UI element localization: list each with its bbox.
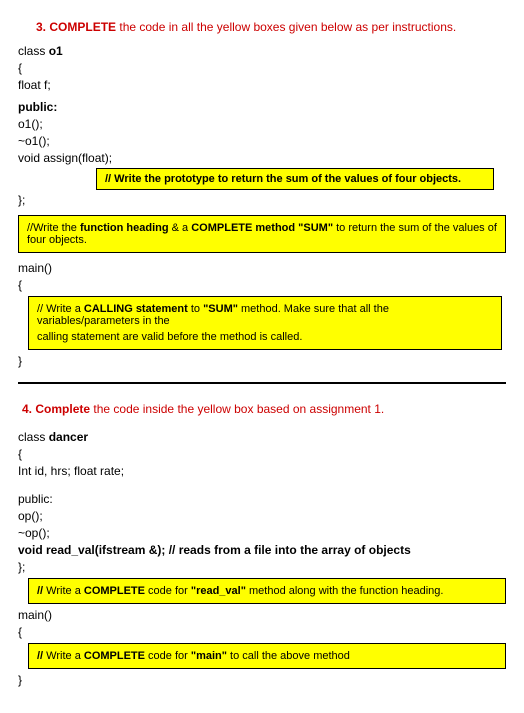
c1c: to [188,303,203,315]
q4-number: 4. [22,402,32,416]
dtor: ~op(); [18,526,506,540]
brace-close: }; [18,560,506,574]
q4-verb: Complete [35,402,90,416]
brace-open: { [18,447,506,461]
sum-pre: //Write the [27,222,80,234]
class-keyword: class [18,430,49,444]
rvd: code for [145,585,191,597]
divider [18,382,506,384]
ma: // [37,650,46,662]
c1a: // Write a [37,303,84,315]
class-line: class dancer [18,430,506,444]
q4-code: class dancer { Int id, hrs; float rate; … [18,430,506,687]
rve: "read_val" [191,585,246,597]
ctor: op(); [18,509,506,523]
class-line: class o1 [18,44,506,58]
main-close: } [18,673,506,687]
brace-open: { [18,61,506,75]
md: code for [145,650,191,662]
yellow-box-sum: //Write the function heading & a COMPLET… [18,215,506,253]
q3-number: 3. [36,20,46,34]
public-label: public: [18,100,506,114]
rvc: COMPLETE [84,585,145,597]
q3-header: 3. COMPLETE the code in all the yellow b… [36,20,506,34]
me: "main" [191,650,227,662]
main-decl: main() [18,261,506,275]
main-close: } [18,354,506,368]
q3-code: class o1 { float f; public: o1(); ~o1();… [18,44,506,368]
read-val: void read_val(ifstream &); // reads from… [18,543,506,557]
q4-header: 4. Complete the code inside the yellow b… [22,402,506,416]
ctor: o1(); [18,117,506,131]
mf: to call the above method [227,650,350,662]
class-name: dancer [49,430,88,444]
yellow-box-main: // Write a COMPLETE code for "main" to c… [28,643,506,669]
sum-b1: function heading [80,222,169,234]
class-keyword: class [18,44,49,58]
members: Int id, hrs; float rate; [18,464,506,478]
sum-mid: & a [169,222,192,234]
call-line2: calling statement are valid before the m… [37,331,493,343]
sum-b2: COMPLETE method "SUM" [191,222,333,234]
rva: // [37,585,46,597]
c1d: "SUM" [203,303,238,315]
yellow-box-readval: // Write a COMPLETE code for "read_val" … [28,578,506,604]
yellow-box-calling: // Write a CALLING statement to "SUM" me… [28,296,502,350]
proto-box-wrap: // Write the prototype to return the sum… [18,168,506,190]
public-label: public: [18,492,506,506]
q3-rest: the code in all the yellow boxes given b… [116,20,456,34]
main-brace: { [18,625,506,639]
rvb: Write a [46,585,84,597]
c1b: CALLING statement [84,303,188,315]
yellow-box-prototype: // Write the prototype to return the sum… [96,168,494,190]
dtor: ~o1(); [18,134,506,148]
call-line1: // Write a CALLING statement to "SUM" me… [37,303,493,327]
main-brace: { [18,278,506,292]
question-3: 3. COMPLETE the code in all the yellow b… [18,20,506,368]
question-4: 4. Complete the code inside the yellow b… [18,402,506,687]
q3-verb: COMPLETE [49,20,116,34]
class-name: o1 [49,44,63,58]
main-decl: main() [18,608,506,622]
q4-rest: the code inside the yellow box based on … [90,402,384,416]
assign: void assign(float); [18,151,506,165]
mb: Write a [46,650,84,662]
member-float: float f; [18,78,506,92]
brace-close: }; [18,193,506,207]
mc: COMPLETE [84,650,145,662]
rvf: method along with the function heading. [246,585,444,597]
